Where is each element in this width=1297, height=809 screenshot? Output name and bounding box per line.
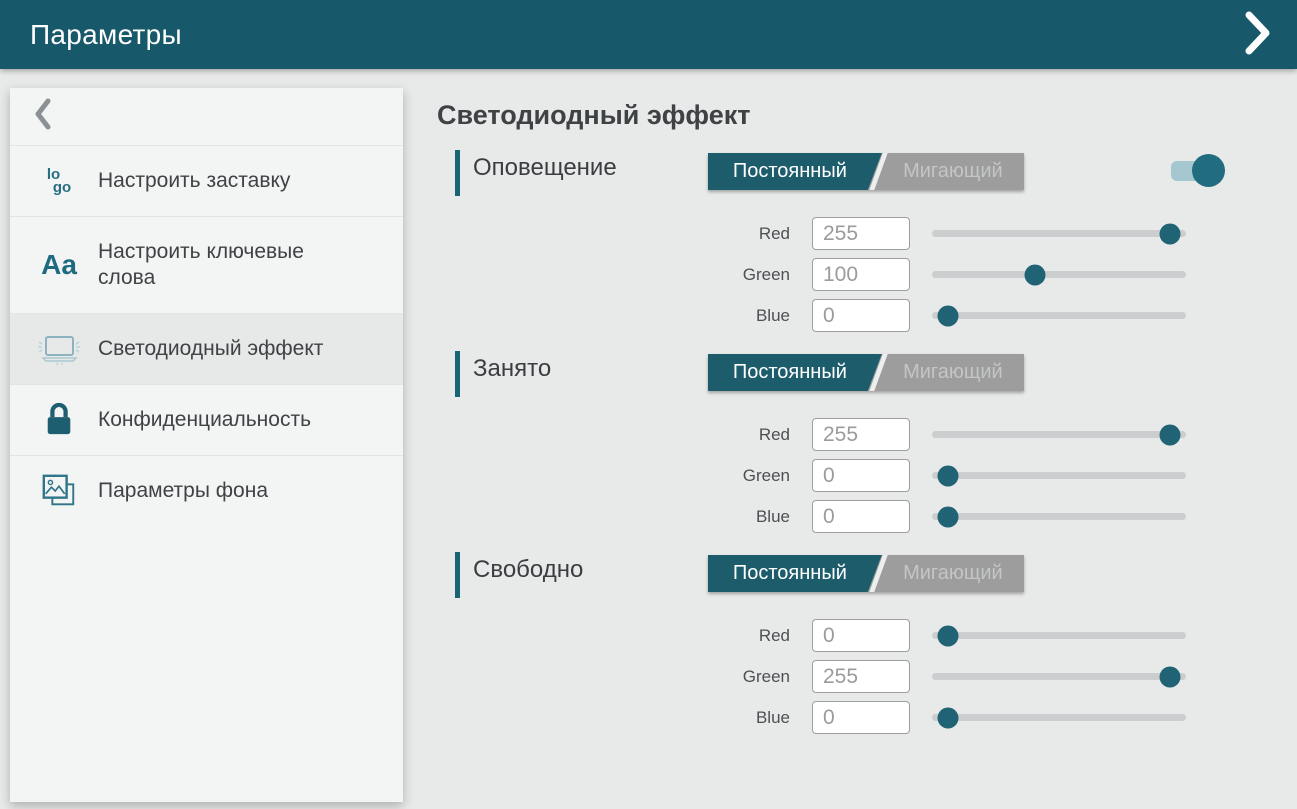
app-header: Параметры [0, 0, 1297, 69]
sidebar-item-label: Светодиодный эффект [98, 314, 323, 384]
sidebar-item-label: Параметры фона [98, 456, 268, 526]
channel-row-red: Red [455, 615, 1235, 656]
sidebar-item-privacy[interactable]: Конфиденциальность [10, 384, 403, 455]
slider-track [932, 230, 1186, 237]
slider-thumb[interactable] [938, 625, 959, 646]
sidebar-collapse-button[interactable] [10, 88, 403, 145]
section-name: Свободно [473, 556, 583, 584]
channel-row-blue: Blue [455, 295, 1235, 336]
section-accent-bar [455, 351, 460, 397]
channel-row-blue: Blue [455, 496, 1235, 537]
mode-switch-busy: Постоянный Мигающий [708, 354, 1024, 391]
slider-track [932, 632, 1186, 639]
notification-led-toggle[interactable] [1171, 152, 1227, 189]
green-slider[interactable] [932, 665, 1186, 688]
toggle-knob [1192, 154, 1225, 187]
keywords-icon: Aa [36, 251, 82, 279]
slider-track [932, 312, 1186, 319]
slider-thumb[interactable] [938, 465, 959, 486]
slider-track [932, 431, 1186, 438]
channel-label: Blue [455, 507, 790, 527]
mode-switch-free: Постоянный Мигающий [708, 555, 1024, 592]
sidebar-item-label: Настроить ключевые слова [98, 217, 348, 313]
channel-row-green: Green [455, 656, 1235, 697]
section-accent-bar [455, 150, 460, 196]
channel-label: Green [455, 667, 790, 687]
channel-label: Blue [455, 306, 790, 326]
sidebar-item-keywords[interactable]: Aa Настроить ключевые слова [10, 216, 403, 313]
section-busy: Занято Постоянный Мигающий Red Green Blu… [455, 351, 1235, 537]
page-title: Светодиодный эффект [437, 100, 750, 131]
channel-row-green: Green [455, 254, 1235, 295]
slider-track [932, 271, 1186, 278]
blue-slider[interactable] [932, 304, 1186, 327]
blue-slider[interactable] [932, 706, 1186, 729]
slider-thumb[interactable] [938, 305, 959, 326]
slider-track [932, 714, 1186, 721]
sidebar-item-label: Конфиденциальность [98, 385, 311, 455]
chevron-right-icon [1244, 10, 1272, 61]
mode-constant-button[interactable]: Постоянный [708, 354, 882, 391]
lock-icon [36, 401, 82, 439]
red-value-input[interactable] [812, 217, 910, 250]
logo-icon: lo go [36, 168, 82, 194]
slider-thumb[interactable] [1160, 666, 1181, 687]
slider-thumb[interactable] [938, 506, 959, 527]
section-accent-bar [455, 552, 460, 598]
slider-thumb[interactable] [1160, 424, 1181, 445]
slider-thumb[interactable] [1025, 264, 1046, 285]
sidebar-item-label: Настроить заставку [98, 146, 290, 216]
channel-row-green: Green [455, 455, 1235, 496]
mode-blinking-button[interactable]: Мигающий [882, 153, 1024, 190]
blue-slider[interactable] [932, 505, 1186, 528]
green-slider[interactable] [932, 263, 1186, 286]
section-name: Занято [473, 355, 551, 383]
blue-value-input[interactable] [812, 500, 910, 533]
slider-track [932, 472, 1186, 479]
sidebar-item-screensaver[interactable]: lo go Настроить заставку [10, 145, 403, 216]
channel-label: Green [455, 466, 790, 486]
sidebar-item-led-effect[interactable]: Светодиодный эффект [10, 313, 403, 384]
red-slider[interactable] [932, 624, 1186, 647]
forward-button[interactable] [1235, 12, 1281, 58]
blue-value-input[interactable] [812, 701, 910, 734]
mode-blinking-button[interactable]: Мигающий [882, 555, 1024, 592]
section-free: Свободно Постоянный Мигающий Red Green B… [455, 552, 1235, 738]
chevron-left-icon [34, 98, 52, 135]
settings-sidebar: lo go Настроить заставку Aa Настроить кл… [10, 88, 403, 802]
slider-track [932, 673, 1186, 680]
channel-label: Red [455, 425, 790, 445]
slider-thumb[interactable] [938, 707, 959, 728]
background-images-icon [36, 472, 82, 510]
red-value-input[interactable] [812, 619, 910, 652]
channel-label: Blue [455, 708, 790, 728]
green-value-input[interactable] [812, 459, 910, 492]
led-display-icon [36, 332, 82, 366]
channel-label: Green [455, 265, 790, 285]
blue-value-input[interactable] [812, 299, 910, 332]
channel-row-blue: Blue [455, 697, 1235, 738]
slider-thumb[interactable] [1160, 223, 1181, 244]
mode-constant-button[interactable]: Постоянный [708, 555, 882, 592]
red-slider[interactable] [932, 222, 1186, 245]
slider-track [932, 513, 1186, 520]
channel-label: Red [455, 626, 790, 646]
mode-constant-button[interactable]: Постоянный [708, 153, 882, 190]
section-name: Оповещение [473, 154, 617, 182]
red-slider[interactable] [932, 423, 1186, 446]
green-value-input[interactable] [812, 258, 910, 291]
channel-row-red: Red [455, 213, 1235, 254]
app-title: Параметры [30, 19, 182, 51]
green-value-input[interactable] [812, 660, 910, 693]
channel-row-red: Red [455, 414, 1235, 455]
section-notification: Оповещение Постоянный Мигающий Red Green [455, 150, 1235, 336]
green-slider[interactable] [932, 464, 1186, 487]
mode-blinking-button[interactable]: Мигающий [882, 354, 1024, 391]
mode-switch-notification: Постоянный Мигающий [708, 153, 1024, 190]
sidebar-item-background[interactable]: Параметры фона [10, 455, 403, 526]
red-value-input[interactable] [812, 418, 910, 451]
channel-label: Red [455, 224, 790, 244]
